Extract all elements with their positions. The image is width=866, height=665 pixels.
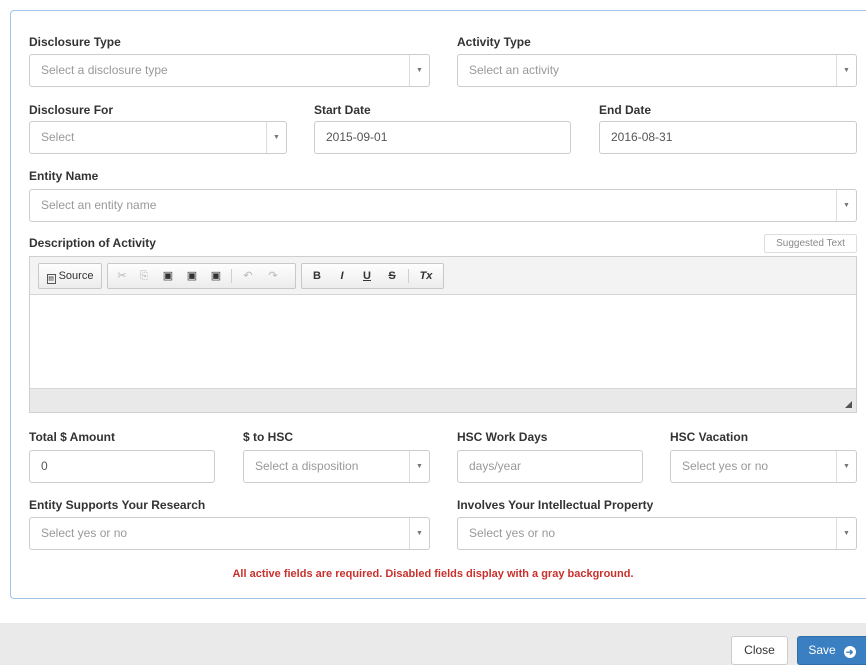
entity-supports-placeholder: Select yes or no: [41, 526, 128, 540]
disclosure-for-label: Disclosure For: [29, 103, 114, 117]
hsc-vacation-label: HSC Vacation: [670, 430, 749, 444]
disclosure-type-label: Disclosure Type: [29, 35, 121, 49]
entity-name-placeholder: Select an entity name: [41, 198, 157, 212]
format-group: B I U S Tx: [301, 263, 444, 289]
chevron-down-icon: ▼: [836, 55, 856, 86]
editor-toolbar: ▤ Source ✂ ⎘ ▣ ▣ ▣ ↶ ↷ B I U S Tx: [30, 257, 856, 295]
chevron-down-icon: ▼: [836, 518, 856, 549]
paste-word-icon[interactable]: ▣: [206, 264, 226, 288]
chevron-down-icon: ▼: [409, 518, 429, 549]
toolbar-separator: [231, 269, 232, 283]
close-button[interactable]: Close: [731, 636, 788, 665]
clipboard-group: ✂ ⎘ ▣ ▣ ▣ ↶ ↷: [107, 263, 296, 289]
chevron-down-icon: ▼: [836, 451, 856, 482]
source-group: ▤ Source: [38, 263, 102, 289]
chevron-down-icon: ▼: [409, 451, 429, 482]
redo-icon[interactable]: ↷: [263, 264, 283, 288]
copy-icon[interactable]: ⎘: [134, 264, 154, 288]
disclosure-type-placeholder: Select a disclosure type: [41, 63, 168, 77]
required-fields-note: All active fields are required. Disabled…: [232, 568, 634, 580]
start-date-label: Start Date: [314, 103, 371, 117]
hsc-work-days-input[interactable]: days/year: [457, 450, 643, 483]
total-amount-input[interactable]: 0: [29, 450, 215, 483]
activity-type-label: Activity Type: [457, 35, 531, 49]
chevron-down-icon: ▼: [836, 190, 856, 221]
italic-button[interactable]: I: [331, 264, 353, 288]
editor-status-bar: [30, 388, 856, 412]
intellectual-property-label: Involves Your Intellectual Property: [457, 498, 654, 512]
hsc-vacation-placeholder: Select yes or no: [682, 459, 769, 473]
total-amount-label: Total $ Amount: [29, 430, 115, 444]
to-hsc-placeholder: Select a disposition: [255, 459, 359, 473]
remove-format-button[interactable]: Tx: [414, 264, 438, 288]
resize-handle-icon[interactable]: [845, 401, 852, 408]
entity-name-label: Entity Name: [29, 169, 99, 183]
start-date-input[interactable]: 2015-09-01: [314, 121, 571, 154]
entity-name-select[interactable]: Select an entity name ▼: [29, 189, 857, 222]
bold-button[interactable]: B: [306, 264, 328, 288]
entity-supports-label: Entity Supports Your Research: [29, 498, 206, 512]
arrow-right-circle-icon: ➜: [843, 646, 856, 658]
intellectual-property-placeholder: Select yes or no: [469, 526, 556, 540]
chevron-down-icon: ▼: [409, 55, 429, 86]
disclosure-for-placeholder: Select: [41, 130, 75, 144]
paste-icon[interactable]: ▣: [158, 264, 178, 288]
paste-text-icon[interactable]: ▣: [182, 264, 202, 288]
chevron-down-icon: ▼: [266, 122, 286, 153]
hsc-vacation-select[interactable]: Select yes or no ▼: [670, 450, 857, 483]
save-label: Save: [808, 643, 836, 657]
description-label: Description of Activity: [29, 236, 156, 250]
end-date-label: End Date: [599, 103, 652, 117]
to-hsc-label: $ to HSC: [243, 430, 294, 444]
save-button[interactable]: Save ➜: [797, 636, 866, 665]
activity-type-select[interactable]: Select an activity ▼: [457, 54, 857, 87]
activity-type-placeholder: Select an activity: [469, 63, 560, 77]
underline-button[interactable]: U: [356, 264, 378, 288]
disclosure-type-select[interactable]: Select a disclosure type ▼: [29, 54, 430, 87]
entity-supports-select[interactable]: Select yes or no ▼: [29, 517, 430, 550]
source-icon: ▤: [46, 274, 56, 284]
undo-icon[interactable]: ↶: [238, 264, 258, 288]
suggested-text-button[interactable]: Suggested Text: [764, 234, 857, 253]
toolbar-separator: [408, 269, 409, 283]
disclosure-for-select[interactable]: Select ▼: [29, 121, 287, 154]
end-date-input[interactable]: 2016-08-31: [599, 121, 857, 154]
editor-content-area[interactable]: [30, 295, 856, 388]
source-label: Source: [58, 270, 94, 282]
cut-icon[interactable]: ✂: [112, 264, 132, 288]
to-hsc-select[interactable]: Select a disposition ▼: [243, 450, 430, 483]
hsc-work-days-label: HSC Work Days: [457, 430, 548, 444]
intellectual-property-select[interactable]: Select yes or no ▼: [457, 517, 857, 550]
strike-button[interactable]: S: [381, 264, 403, 288]
rich-text-editor: ▤ Source ✂ ⎘ ▣ ▣ ▣ ↶ ↷ B I U S Tx: [29, 256, 857, 413]
source-button[interactable]: ▤ Source: [39, 264, 101, 288]
